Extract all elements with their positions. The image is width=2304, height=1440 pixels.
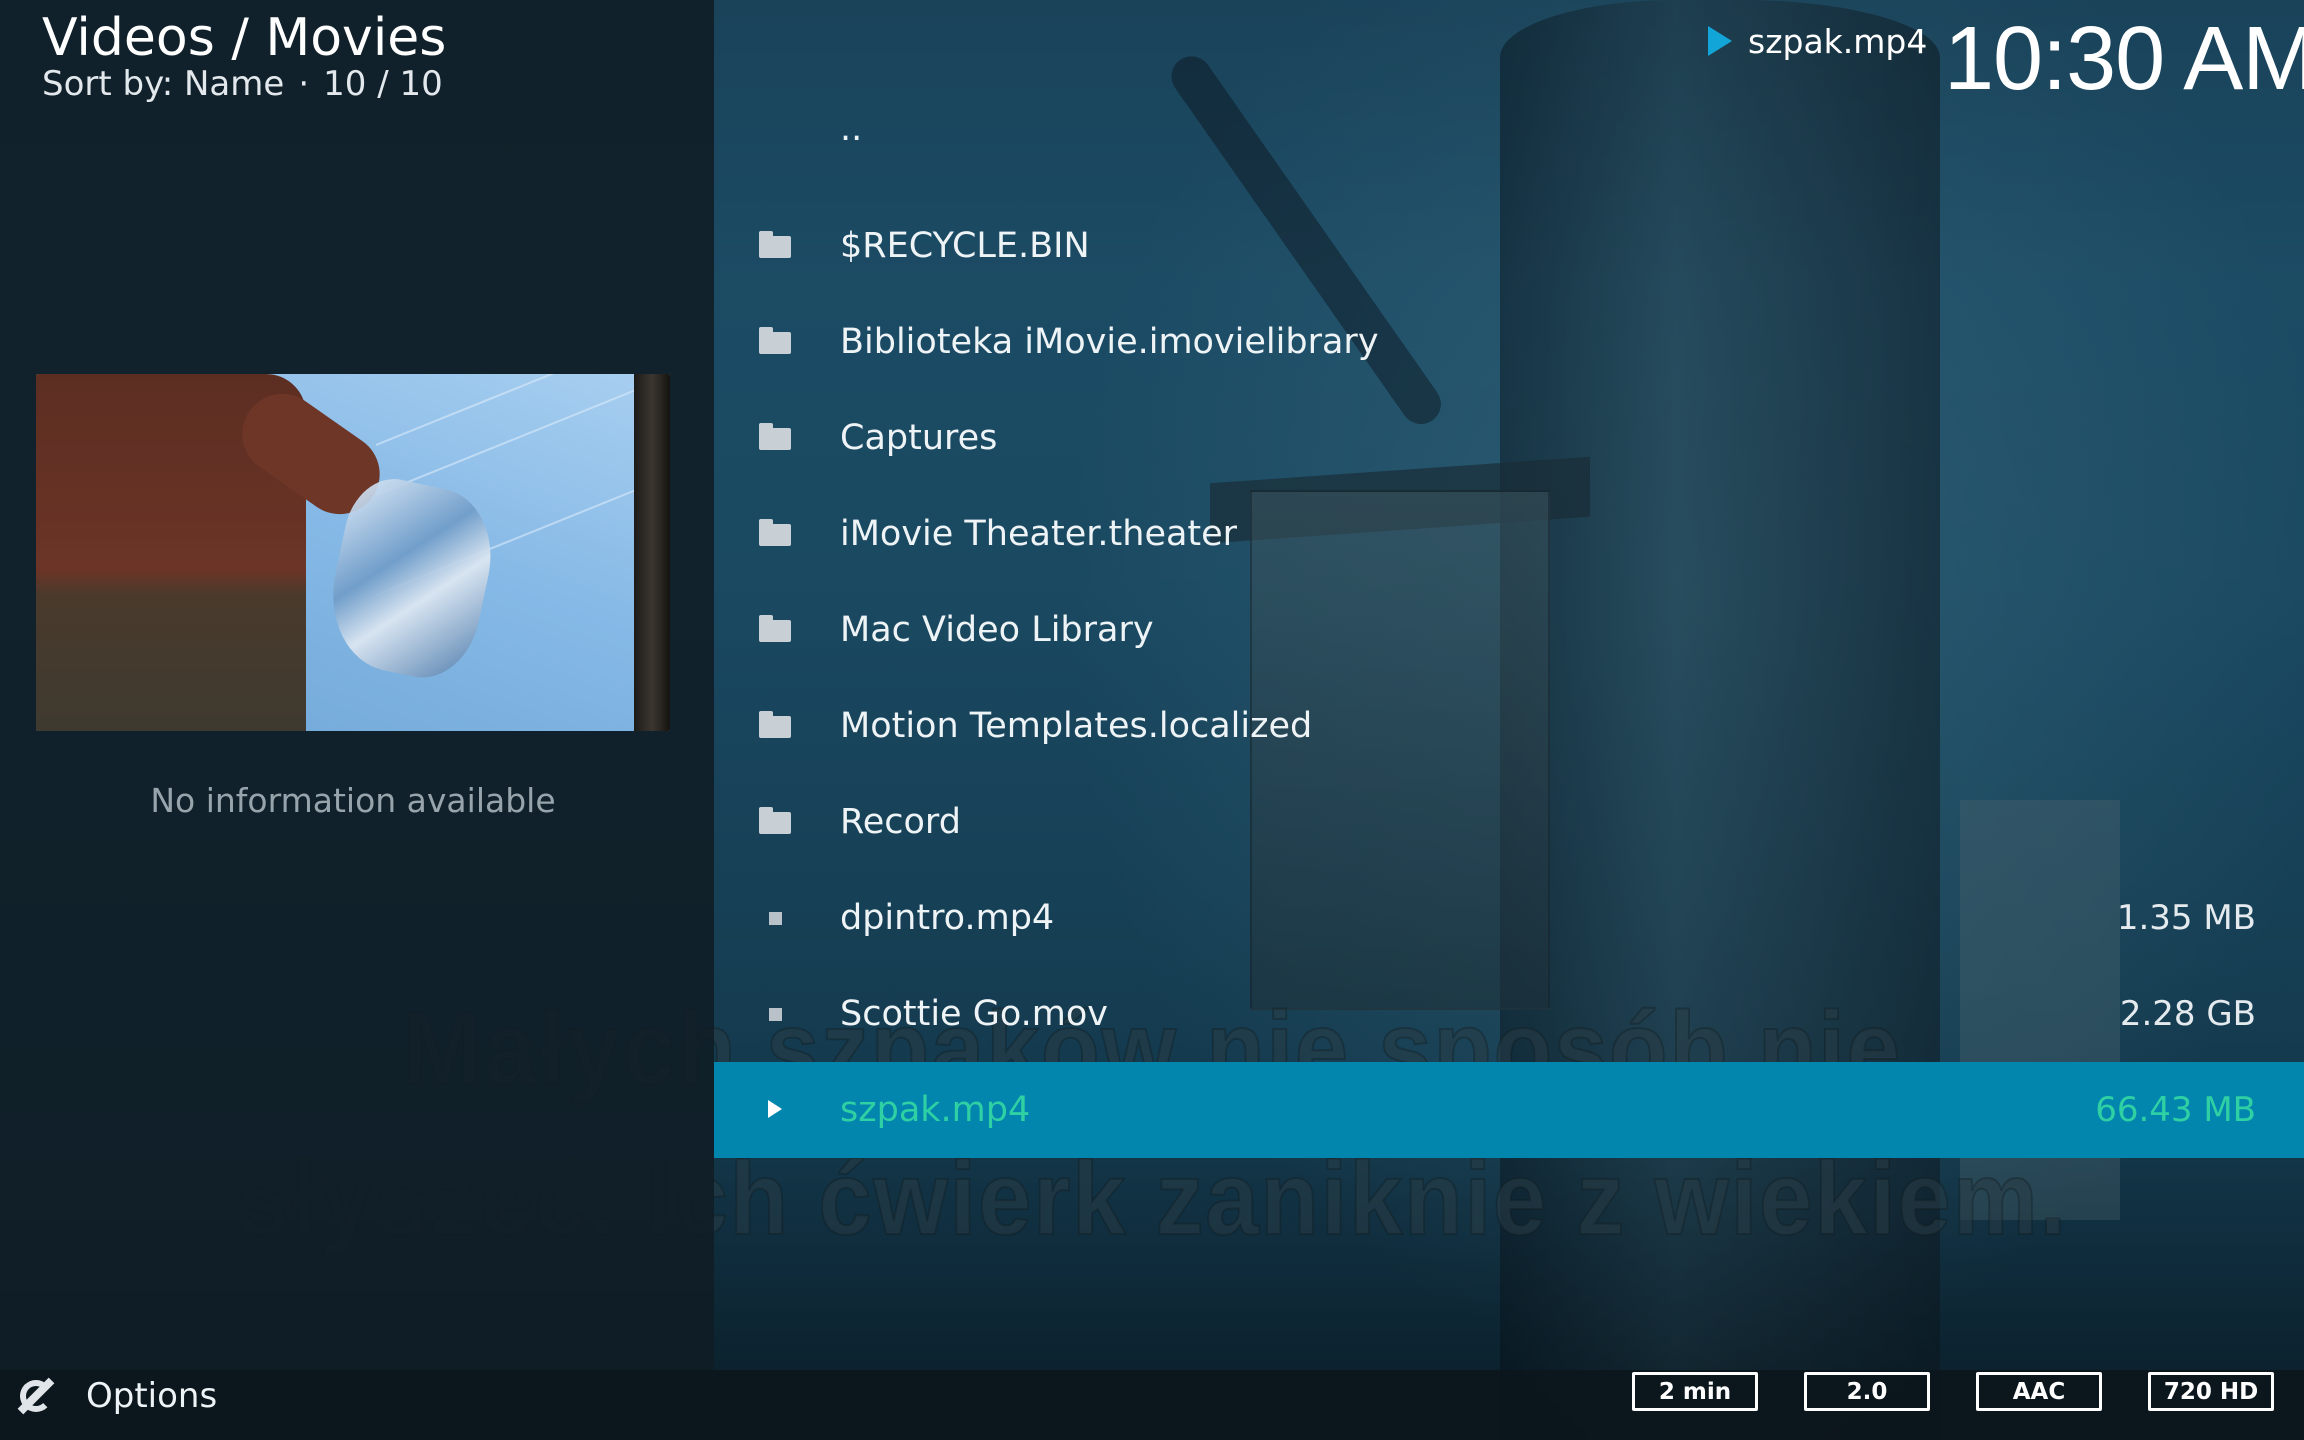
separator-dot: · [298,64,310,104]
list-item-size: 2.28 GB [2119,994,2256,1034]
duration-badge: 2 min [1632,1372,1758,1411]
folder-icon [759,423,791,450]
file-rows: $RECYCLE.BIN Biblioteka iMovie.imovielibr… [714,198,2304,1158]
list-item-label: .. [840,109,863,149]
sort-label: Sort by: Name [42,64,285,104]
thumbnail-wire [375,374,670,496]
list-item-label: Record [840,802,961,842]
folder-icon [759,615,791,642]
folder-icon [759,519,791,546]
thumbnail-bark [634,374,670,731]
icon-cell [714,294,840,390]
breadcrumb: Videos / Movies [42,8,447,68]
list-item-label: Mac Video Library [840,610,1154,650]
icon-cell [714,198,840,294]
list-item[interactable]: dpintro.mp4 1.35 MB [714,870,2304,966]
now-playing[interactable]: szpak.mp4 [1708,16,1927,66]
no-information-text: No information available [150,781,556,820]
list-item[interactable]: Mac Video Library [714,582,2304,678]
icon-cell [714,390,840,486]
list-item-label: $RECYCLE.BIN [840,226,1090,266]
list-item-size: 1.35 MB [2116,898,2256,938]
list-item-label: Motion Templates.localized [840,706,1313,746]
media-info-badges: 2 min 2.0 AAC 720 HD [1632,1372,2274,1411]
parent-icon-cell [714,81,840,177]
folder-icon [759,711,791,738]
list-item[interactable]: $RECYCLE.BIN [714,198,2304,294]
list-item-size: 66.43 MB [2095,1090,2256,1130]
resolution-badge: 720 HD [2148,1372,2274,1411]
icon-cell [714,870,840,966]
folder-icon [759,231,791,258]
icon-cell [714,774,840,870]
list-item-label: szpak.mp4 [840,1090,1031,1130]
list-item-label: iMovie Theater.theater [840,514,1238,554]
folder-icon [759,807,791,834]
now-playing-filename: szpak.mp4 [1748,21,1928,61]
video-thumbnail [36,374,670,731]
audio-channels-badge: 2.0 [1804,1372,1930,1411]
list-item[interactable]: Biblioteka iMovie.imovielibrary [714,294,2304,390]
list-item[interactable]: Scottie Go.mov 2.28 GB [714,966,2304,1062]
play-indicator-icon [1708,26,1732,56]
icon-cell [714,678,840,774]
list-item[interactable]: Record [714,774,2304,870]
list-item[interactable]: Motion Templates.localized [714,678,2304,774]
list-item-label: Captures [840,418,998,458]
list-item-parent-folder[interactable]: .. [714,84,2304,174]
audio-codec-badge: AAC [1976,1372,2102,1411]
file-icon [769,912,782,925]
list-item-label: dpintro.mp4 [840,898,1055,938]
list-item[interactable]: iMovie Theater.theater [714,486,2304,582]
play-icon [768,1100,782,1118]
list-item[interactable]: szpak.mp4 66.43 MB [714,1062,2304,1158]
item-count: 10 / 10 [323,64,443,104]
icon-cell [714,1062,840,1158]
icon-cell [714,582,840,678]
list-item-label: Scottie Go.mov [840,994,1108,1034]
folder-icon [759,327,791,354]
options-button[interactable]: Options [14,1372,217,1420]
list-item[interactable]: Captures [714,390,2304,486]
options-icon [14,1374,58,1418]
file-list: .. $RECYCLE.BIN Biblioteka iMovie.imoviel… [714,104,2304,1158]
list-item-label: Biblioteka iMovie.imovielibrary [840,322,1379,362]
options-label: Options [86,1376,218,1416]
file-icon [769,1008,782,1021]
info-panel: No information available [0,0,714,1370]
sort-info: Sort by: Name · 10 / 10 [42,64,443,104]
icon-cell [714,966,840,1062]
icon-cell [714,486,840,582]
